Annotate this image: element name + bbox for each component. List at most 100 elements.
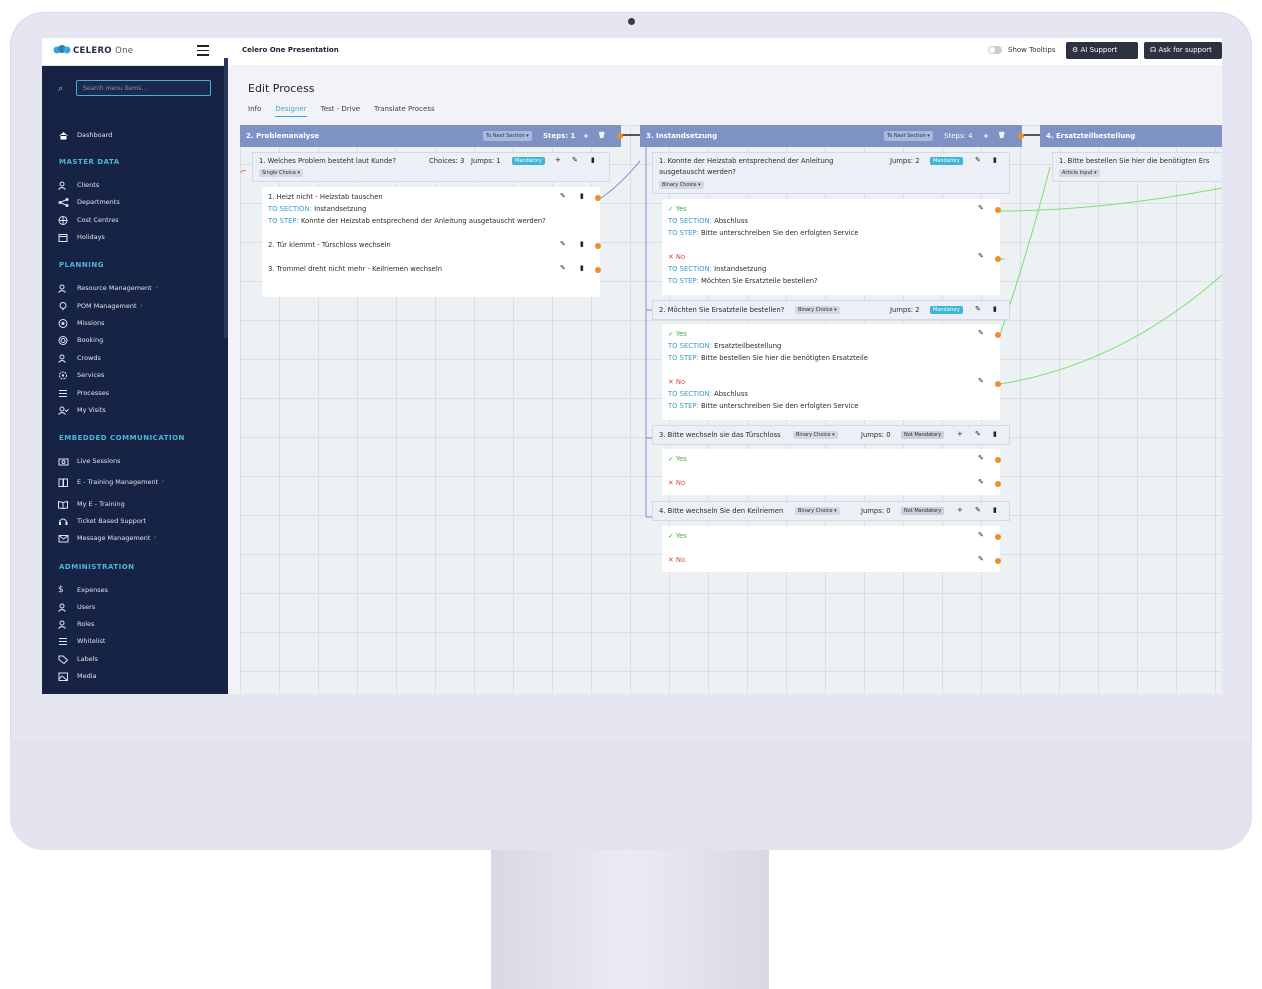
trash-icon[interactable]: ▮ [580, 192, 584, 200]
edit-icon[interactable]: ✎ [978, 252, 984, 260]
sidebar-item-ticket-based-support[interactable]: Ticket Based Support [58, 515, 146, 527]
edit-icon[interactable]: ✎ [975, 430, 981, 438]
section-connector-dot[interactable] [1018, 133, 1024, 139]
option-connector-dot[interactable] [995, 381, 1001, 387]
edit-icon[interactable]: ✎ [560, 192, 566, 200]
sidebar-item-roles[interactable]: Roles [58, 618, 94, 630]
sidebar-item-clients[interactable]: Clients [58, 179, 99, 191]
step-card[interactable]: 3. Bitte wechseln sie das Türschloss Bin… [652, 425, 1010, 445]
edit-icon[interactable]: ✎ [978, 555, 984, 563]
edit-icon[interactable]: ✎ [978, 478, 984, 486]
sidebar-item-e-training-management[interactable]: E - Training Management › [58, 476, 164, 488]
edit-icon[interactable]: ✎ [978, 454, 984, 462]
sidebar-item-expenses[interactable]: $ Expenses [58, 584, 108, 596]
sidebar-item-live-sessions[interactable]: Live Sessions [58, 455, 121, 467]
step-card[interactable]: 1. Welches Problem besteht laut Kunde? C… [252, 152, 610, 182]
sidebar-item-my-visits[interactable]: My Visits [58, 404, 106, 416]
hamburger-menu-icon[interactable] [197, 45, 209, 56]
users-icon [58, 284, 66, 293]
edit-icon[interactable]: ✎ [572, 156, 578, 164]
option-connector-dot[interactable] [595, 243, 601, 249]
sidebar-item-dashboard[interactable]: Dashboard [58, 129, 112, 141]
add-icon[interactable]: + [957, 506, 963, 514]
add-icon[interactable]: + [555, 156, 561, 164]
option-connector-dot[interactable] [995, 332, 1001, 338]
tab-designer[interactable]: Designer [275, 105, 307, 117]
sidebar-item-message-management[interactable]: Message Management › [58, 532, 156, 544]
tab-test-drive[interactable]: Test - Drive [321, 105, 360, 117]
sidebar-item-my-e-training[interactable]: My E - Training [58, 498, 125, 510]
sidebar-item-services[interactable]: Services [58, 369, 104, 381]
edit-icon[interactable]: ✎ [560, 264, 566, 272]
section-header-instandsetzung[interactable]: 3. Instandsetzung To Next Section ▾ Step… [640, 125, 1022, 147]
edit-icon[interactable]: ✎ [975, 305, 981, 313]
sidebar-item-processes[interactable]: Processes [58, 387, 109, 399]
trash-icon[interactable]: ▮ [993, 156, 997, 164]
option-connector-dot[interactable] [995, 534, 1001, 540]
sidebar-item-departments[interactable]: Departments [58, 196, 120, 208]
sidebar-item-users[interactable]: Users [58, 601, 95, 613]
option-connector-dot[interactable] [995, 207, 1001, 213]
sidebar-item-cost-centres[interactable]: Cost Centres [58, 214, 119, 226]
designer-canvas[interactable]: 2. Problemanalyse To Next Section ▾ Step… [240, 125, 1222, 694]
calendar-icon [58, 233, 68, 242]
option-connector-dot[interactable] [995, 558, 1001, 564]
choice-type-dropdown[interactable]: Binary Choice ▾ [795, 306, 840, 314]
section-header-ersatzteilbestellung[interactable]: 4. Ersatzteilbestellung [1040, 125, 1222, 147]
step-card[interactable]: 2. Möchten Sie Ersatzteile bestellen? Bi… [652, 300, 1010, 320]
option-connector-dot[interactable] [595, 195, 601, 201]
choice-type-dropdown[interactable]: Single Choice ▾ [259, 169, 304, 177]
add-step-icon[interactable]: + [583, 125, 589, 147]
to-next-section-dropdown[interactable]: To Next Section ▾ [483, 131, 532, 141]
home-icon [59, 131, 68, 139]
sidebar-item-labels[interactable]: Labels [58, 653, 98, 665]
choice-type-dropdown[interactable]: Binary Choice ▾ [793, 431, 838, 439]
sidebar-item-resource-management[interactable]: Resource Management › [58, 282, 158, 294]
trash-icon[interactable]: ▮ [580, 240, 584, 248]
to-next-section-dropdown[interactable]: To Next Section ▾ [884, 131, 933, 141]
sidebar-item-booking[interactable]: Booking [58, 334, 103, 346]
tab-translate-process[interactable]: Translate Process [374, 105, 435, 117]
step-card[interactable]: 4. Bitte wechseln Sie den Keilriemen Bin… [652, 501, 1010, 521]
page-title: Edit Process [248, 82, 315, 95]
option-connector-dot[interactable] [995, 256, 1001, 262]
option-connector-dot[interactable] [995, 457, 1001, 463]
section-header-problemanalyse[interactable]: 2. Problemanalyse To Next Section ▾ Step… [240, 125, 621, 147]
sidebar-item-missions[interactable]: Missions [58, 317, 104, 329]
sidebar-item-pom-management[interactable]: POM Management › [58, 300, 143, 312]
edit-icon[interactable]: ✎ [975, 506, 981, 514]
choice-type-dropdown[interactable]: Article Input ▾ [1059, 169, 1100, 177]
add-icon[interactable]: + [957, 430, 963, 438]
edit-icon[interactable]: ✎ [978, 329, 984, 337]
edit-icon[interactable]: ✎ [978, 377, 984, 385]
trash-icon[interactable]: 🗑 [598, 125, 606, 147]
sidebar-item-media[interactable]: Media [58, 670, 97, 682]
sidebar-item-holidays[interactable]: Holidays [58, 231, 105, 243]
users-icon [58, 354, 66, 363]
choice-type-dropdown[interactable]: Binary Choice ▾ [659, 181, 704, 189]
section-connector-dot[interactable] [617, 133, 623, 139]
tooltips-toggle[interactable] [988, 46, 1002, 54]
choice-type-dropdown[interactable]: Binary Choice ▾ [795, 507, 840, 515]
search-input[interactable]: Search menu items... [76, 80, 211, 96]
edit-icon[interactable]: ✎ [978, 204, 984, 212]
trash-icon[interactable]: 🗑 [998, 125, 1006, 147]
sidebar-item-whitelist[interactable]: Whitelist [58, 635, 105, 647]
trash-icon[interactable]: ▮ [993, 506, 997, 514]
tab-info[interactable]: Info [248, 105, 261, 117]
step-card[interactable]: 1. Bitte bestellen Sie hier die benötigt… [1052, 152, 1222, 182]
trash-icon[interactable]: ▮ [591, 156, 595, 164]
trash-icon[interactable]: ▮ [580, 264, 584, 272]
edit-icon[interactable]: ✎ [560, 240, 566, 248]
edit-icon[interactable]: ✎ [975, 156, 981, 164]
option-connector-dot[interactable] [995, 481, 1001, 487]
ask-support-button[interactable]: ☊ Ask for support [1144, 42, 1222, 59]
edit-icon[interactable]: ✎ [978, 531, 984, 539]
option-connector-dot[interactable] [595, 267, 601, 273]
ai-support-button[interactable]: ⚙ AI Support [1066, 42, 1138, 59]
add-step-icon[interactable]: + [983, 125, 989, 147]
trash-icon[interactable]: ▮ [993, 430, 997, 438]
step-card[interactable]: 1. Konnte der Heizstab entsprechend der … [652, 152, 1010, 194]
trash-icon[interactable]: ▮ [993, 305, 997, 313]
sidebar-item-crowds[interactable]: Crowds [58, 352, 101, 364]
